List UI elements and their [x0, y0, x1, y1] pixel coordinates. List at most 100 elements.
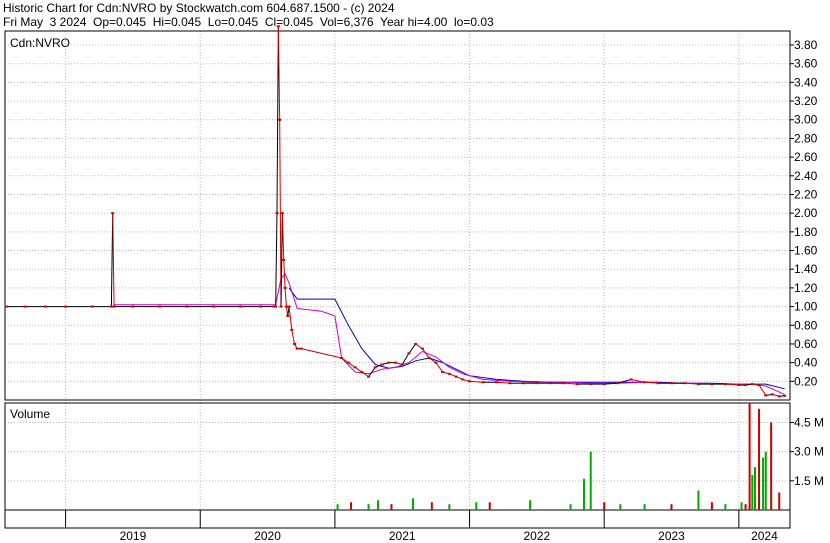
- x-tick-label: 2021: [389, 529, 416, 543]
- volume-bar: [589, 451, 592, 510]
- price-point: [535, 382, 539, 385]
- price-point: [346, 361, 350, 364]
- price-tick-label: 0.60: [794, 337, 818, 351]
- price-point: [757, 384, 761, 387]
- price-point: [777, 395, 781, 398]
- price-point: [283, 286, 287, 289]
- price-tick-label: 0.80: [794, 318, 818, 332]
- volume-bar: [569, 504, 572, 510]
- price-segment: [758, 384, 767, 396]
- price-point: [400, 363, 404, 366]
- price-point: [284, 305, 288, 308]
- price-point: [764, 394, 768, 397]
- price-point: [427, 356, 431, 359]
- price-point: [292, 342, 296, 345]
- price-tick-label: 3.00: [794, 113, 818, 127]
- volume-bar: [603, 502, 606, 510]
- volume-bar: [778, 492, 781, 510]
- volume-bar: [764, 451, 767, 510]
- volume-bar: [740, 502, 743, 510]
- price-segment: [301, 348, 342, 359]
- x-axis-border: [4, 509, 791, 529]
- volume-bar: [430, 502, 433, 510]
- price-segment: [496, 381, 510, 384]
- volume-bar: [753, 467, 756, 510]
- chart: 0.20 0.40 0.60 0.80 1.00 1.20 1.40 1.60 1.80 2.00…: [4, 25, 824, 543]
- price-point: [278, 118, 282, 121]
- volume-bar: [751, 474, 754, 510]
- volume-tick-label: 4.5 M: [794, 415, 824, 429]
- price-point: [407, 352, 411, 355]
- price-point: [562, 382, 566, 385]
- price-segment: [281, 213, 285, 260]
- price-point: [589, 383, 593, 386]
- price-point: [360, 370, 364, 373]
- price-point: [373, 366, 377, 369]
- price-point: [494, 381, 498, 384]
- price-point: [481, 381, 485, 384]
- price-tick-label: 3.60: [794, 57, 818, 71]
- price-segment: [279, 119, 282, 307]
- price-point: [434, 361, 438, 364]
- price-point: [274, 305, 278, 308]
- moving-average-short: [114, 272, 785, 395]
- price-segment: [112, 213, 115, 307]
- price-point: [387, 361, 391, 364]
- volume-bar: [448, 504, 451, 510]
- price-point: [656, 382, 660, 385]
- price-point: [280, 212, 284, 215]
- chart-frame: [4, 30, 791, 529]
- price-segment: [277, 26, 281, 120]
- volume-bar: [710, 502, 713, 510]
- x-tick-label: 2019: [120, 529, 147, 543]
- price-point: [508, 382, 512, 385]
- volume-bar: [488, 502, 491, 510]
- volume-bar: [367, 504, 370, 510]
- price-segment: [563, 382, 578, 385]
- price-point: [282, 258, 286, 261]
- price-point: [770, 393, 774, 396]
- price-point: [420, 347, 424, 350]
- price-point: [737, 384, 741, 387]
- price-tick-label: 1.60: [794, 244, 818, 258]
- symbol-label: Cdn:NVRO: [10, 36, 70, 50]
- volume-bar: [336, 504, 339, 510]
- volume-bar: [770, 422, 773, 510]
- price-point: [643, 381, 647, 384]
- price-point: [783, 394, 787, 397]
- price-point: [683, 382, 687, 385]
- price-point: [461, 378, 465, 381]
- volume-bar: [762, 457, 765, 510]
- price-point: [131, 305, 135, 308]
- price-point: [286, 314, 290, 317]
- price-tick-label: 1.40: [794, 262, 818, 276]
- price-tick-label: 0.20: [794, 374, 818, 388]
- price-point: [23, 305, 27, 308]
- price-segment: [408, 343, 417, 354]
- price-point: [275, 212, 279, 215]
- price-tick-label: 2.80: [794, 131, 818, 145]
- price-point: [367, 375, 371, 378]
- price-point: [616, 382, 620, 385]
- price-segment: [469, 380, 484, 383]
- price-point: [393, 361, 397, 364]
- volume-tick-label: 3.0 M: [794, 445, 824, 459]
- price-point: [575, 383, 579, 386]
- price-segment: [291, 329, 295, 345]
- price-segment: [288, 306, 293, 330]
- price-point: [158, 305, 162, 308]
- volume-bar: [475, 502, 478, 510]
- price-point: [279, 305, 283, 308]
- price-segment: [284, 287, 287, 307]
- price-point: [239, 305, 243, 308]
- price-point: [91, 305, 95, 308]
- price-point: [109, 305, 113, 308]
- volume-bar: [643, 504, 646, 510]
- price-point: [43, 305, 47, 308]
- price-point: [295, 347, 299, 350]
- price-point: [353, 366, 357, 369]
- price-point: [670, 382, 674, 385]
- price-point: [414, 342, 418, 345]
- volume-bar: [758, 408, 761, 510]
- price-point: [64, 305, 68, 308]
